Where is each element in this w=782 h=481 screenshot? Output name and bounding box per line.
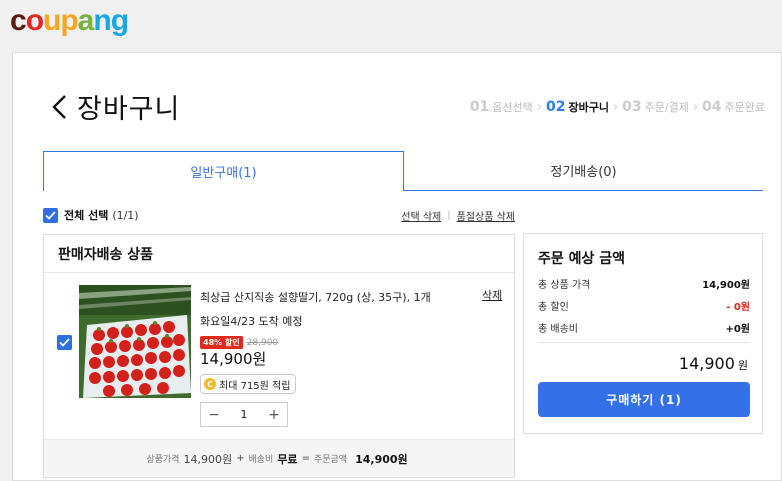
line-label: 총 상품 가격 — [538, 280, 591, 291]
check-icon — [59, 338, 70, 347]
check-icon — [45, 210, 56, 220]
step-number: 03 — [622, 99, 642, 115]
select-actions: 선택 삭제 | 품절상품 삭제 — [401, 208, 515, 223]
logo-letter: u — [43, 4, 61, 37]
shipping-value: 무료 — [277, 452, 298, 466]
reward-badge: C 최대 715원 적립 — [200, 374, 297, 394]
line-label: 총 배송비 — [538, 324, 578, 335]
select-all-count: (1/1) — [112, 208, 139, 222]
divider: | — [447, 209, 451, 221]
seller-summary-bar: 상품가격 14,900원 + 배송비 무료 = 주문금액 14,900원 — [44, 439, 514, 477]
step-complete: 04 주문완료 — [702, 99, 765, 115]
logo-letter: g — [110, 4, 129, 37]
step-label: 주문완료 — [724, 101, 765, 114]
product-price-value: 14,900원 — [183, 452, 233, 466]
chevron-right-icon: › — [536, 99, 542, 115]
order-amount-value: 14,900원 — [355, 452, 408, 466]
logo-letter: a — [77, 4, 95, 37]
order-summary-box: 주문 예상 금액 총 상품 가격 14,900원 총 할인 - 0원 총 배송비… — [523, 233, 763, 434]
quantity-stepper: − 1 + — [200, 402, 288, 427]
logo-letter: c — [10, 4, 27, 37]
arrival-date: 화요일4/23 도착 예정 — [200, 315, 303, 328]
step-label: 옵션선택 — [492, 101, 533, 114]
divider — [538, 342, 750, 343]
equals-sign: = — [301, 453, 310, 464]
step-number: 04 — [702, 99, 722, 115]
top-header: coupang — [0, 0, 782, 52]
seller-heading: 판매자배송 상품 — [44, 235, 514, 273]
logo-letter: n — [93, 4, 111, 37]
total-shipping-line: 총 배송비 +0원 — [538, 320, 750, 335]
title-row: 장바구니 — [49, 87, 180, 126]
tab-general-purchase[interactable]: 일반구매(1) — [43, 151, 404, 191]
order-amount-label: 주문금액 — [313, 455, 348, 465]
order-total-value: 14,900 — [678, 354, 735, 373]
delete-item-link[interactable]: 삭제 — [482, 287, 502, 303]
step-checkout: 03 주문/결제 — [622, 99, 689, 115]
tab-subscription[interactable]: 정기배송(0) — [404, 151, 763, 191]
logo-letter: o — [25, 4, 44, 37]
shipping-label: 배송비 — [248, 455, 274, 465]
seller-delivery-box: 판매자배송 상품 최상급 산지직송 설향딸기, 720g (상, 35구), 1… — [43, 234, 515, 478]
line-value: - 0원 — [726, 302, 750, 313]
logo-letter: p — [60, 4, 78, 37]
product-name[interactable]: 최상급 산지직송 설향딸기, 720g (상, 35구), 1개 — [200, 289, 431, 305]
decrease-quantity-button[interactable]: − — [201, 403, 227, 426]
plus-sign: + — [236, 453, 245, 464]
quantity-value[interactable]: 1 — [227, 408, 261, 421]
line-label: 총 할인 — [538, 302, 569, 313]
reward-text: 최대 715원 적립 — [219, 380, 291, 392]
buy-button[interactable]: 구매하기 (1) — [538, 382, 750, 417]
select-all-label[interactable]: 전체 선택 — [64, 207, 108, 223]
increase-quantity-button[interactable]: + — [261, 403, 287, 426]
original-price: 28,900 — [246, 337, 279, 348]
line-value: +0원 — [725, 324, 750, 335]
product-image[interactable] — [79, 285, 191, 398]
step-cart: 02 장바구니 — [546, 99, 609, 115]
item-price: 14,900원 — [200, 350, 267, 368]
select-all-checkbox[interactable] — [43, 207, 58, 223]
select-all-row: 전체 선택 (1/1) 선택 삭제 | 품절상품 삭제 — [43, 206, 515, 224]
order-total-unit: 원 — [737, 359, 748, 372]
chevron-right-icon: › — [612, 99, 619, 115]
coupang-logo[interactable]: coupang — [10, 4, 129, 38]
step-number: 02 — [545, 99, 566, 115]
total-discount-line: 총 할인 - 0원 — [538, 298, 750, 313]
checkout-steps: 01 옵션선택 › 02 장바구니 › 03 주문/결제 › 04 주문완료 — [470, 99, 765, 115]
cart-panel: 장바구니 01 옵션선택 › 02 장바구니 › 03 주문/결제 › 04 주… — [12, 52, 782, 481]
step-label: 장바구니 — [568, 101, 609, 114]
step-number: 01 — [469, 99, 490, 115]
total-product-price-line: 총 상품 가격 14,900원 — [538, 276, 750, 291]
step-option: 01 옵션선택 — [470, 99, 533, 115]
order-summary-title: 주문 예상 금액 — [538, 251, 626, 267]
order-total: 14,900 원 — [679, 354, 748, 373]
step-label: 주문/결제 — [644, 101, 689, 114]
delete-soldout-link[interactable]: 품절상품 삭제 — [457, 208, 515, 223]
item-checkbox[interactable] — [57, 335, 72, 350]
chevron-left-icon[interactable] — [49, 93, 71, 121]
product-price-label: 상품가격 — [146, 455, 180, 465]
delete-selected-link[interactable]: 선택 삭제 — [401, 208, 441, 223]
purchase-tabs: 일반구매(1) 정기배송(0) — [43, 151, 763, 191]
page-title: 장바구니 — [77, 94, 181, 125]
chevron-right-icon: › — [692, 99, 699, 115]
coin-icon: C — [204, 378, 216, 390]
line-value: 14,900원 — [702, 280, 750, 291]
